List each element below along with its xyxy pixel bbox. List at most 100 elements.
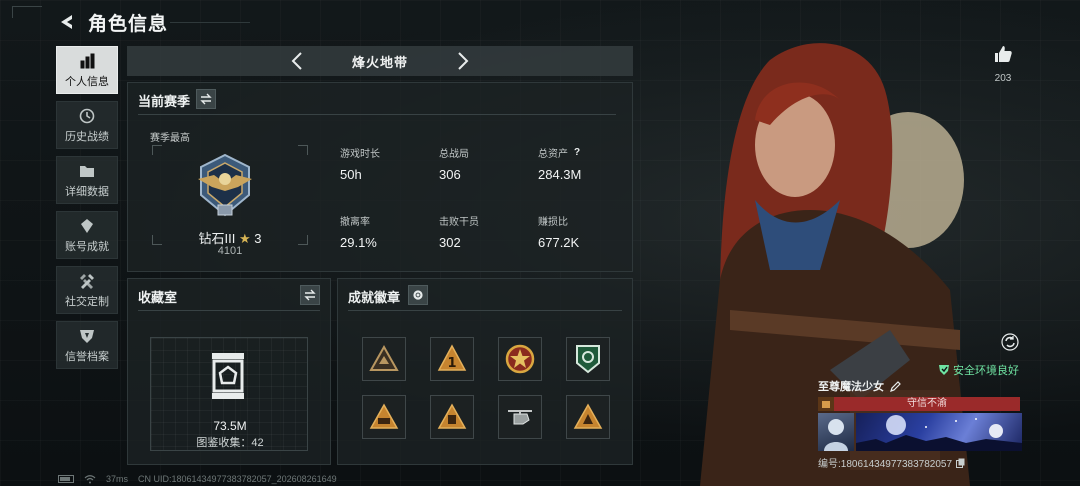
stat-label: 击败干员 xyxy=(439,217,479,228)
number-one-badge-icon: 1 xyxy=(437,344,467,371)
back-arrow-icon xyxy=(61,15,72,29)
rank-stars: 3 xyxy=(254,231,262,246)
divider xyxy=(138,114,616,115)
vault-icon xyxy=(212,353,244,399)
chevron-right-icon xyxy=(458,52,469,70)
tools-icon xyxy=(78,272,96,290)
collection-count: 图鉴收集：42 xyxy=(196,437,264,449)
title-divider xyxy=(170,22,250,23)
player-name: 至尊魔法少女 xyxy=(818,381,884,393)
profile-banner[interactable] xyxy=(856,413,1022,451)
season-panel: 当前赛季 赛季最高 钻石III ★ 3 4101 游戏时长 50h 总战局 30… xyxy=(127,82,633,272)
sidebar: 个人信息 历史战绩 详细数据 账号成就 社交定制 信誉档案 xyxy=(56,46,118,376)
sidebar-item-history[interactable]: 历史战绩 xyxy=(56,101,118,149)
helicopter-badge-icon xyxy=(508,410,532,425)
rank-name-text: 钻石III xyxy=(198,231,236,246)
collection-value: 73.5M xyxy=(213,419,247,433)
star-medal-icon xyxy=(505,344,535,374)
achievement-badge[interactable] xyxy=(498,395,542,439)
sidebar-item-social[interactable]: 社交定制 xyxy=(56,266,118,314)
prev-map-button[interactable] xyxy=(285,49,309,73)
header: 角色信息 xyxy=(56,8,168,36)
avatar[interactable] xyxy=(818,413,854,451)
rank-score: 4101 xyxy=(217,245,243,257)
stat-value: 50h xyxy=(340,167,362,182)
achievement-badge[interactable] xyxy=(362,395,406,439)
wifi-icon xyxy=(84,474,96,483)
sidebar-item-label: 详细数据 xyxy=(65,185,109,198)
refresh-icon xyxy=(1001,333,1019,351)
achievements-title: 成就徽章 xyxy=(348,290,401,305)
stat-label: 赚损比 xyxy=(538,217,568,228)
achievement-badge[interactable]: 1 xyxy=(430,337,474,381)
folder-icon xyxy=(78,162,96,180)
battery-icon xyxy=(58,475,74,483)
svg-text:1: 1 xyxy=(447,356,456,371)
achievement-badge[interactable] xyxy=(362,337,406,381)
achievement-icon xyxy=(78,217,96,235)
stat-total-assets: 总资产 ? 284.3M xyxy=(538,145,581,182)
credit-badge-icon xyxy=(818,397,834,411)
swap-icon xyxy=(200,93,212,105)
stat-profit-ratio: 赚损比 677.2K xyxy=(538,213,579,250)
stat-label-text: 总资产 xyxy=(538,149,568,160)
like-button[interactable]: 203 xyxy=(990,44,1016,84)
next-map-button[interactable] xyxy=(451,49,475,73)
gear-icon xyxy=(413,290,423,300)
collection-switch-button[interactable] xyxy=(300,285,320,305)
achievements-panel: 成就徽章 1 xyxy=(337,278,633,465)
divider xyxy=(138,310,320,311)
edit-icon[interactable] xyxy=(890,380,901,392)
season-best-label: 赛季最高 xyxy=(150,133,190,144)
shield-check-icon xyxy=(939,365,949,375)
player-card[interactable] xyxy=(818,413,1022,451)
season-switch-button[interactable] xyxy=(196,89,216,109)
sidebar-item-achievements[interactable]: 账号成就 xyxy=(56,211,118,259)
achievement-badge[interactable] xyxy=(566,395,610,439)
stat-value: 284.3M xyxy=(538,167,582,182)
safe-environment-status[interactable]: 安全环境良好 xyxy=(938,362,1019,378)
stat-label: 撤离率 xyxy=(340,217,370,228)
achievement-badge[interactable] xyxy=(430,395,474,439)
star-icon: ★ xyxy=(238,231,251,246)
stat-value: 29.1% xyxy=(340,235,377,250)
player-id: 编号:18061434977383782057 xyxy=(818,459,953,470)
mountain-badge-icon xyxy=(369,344,399,371)
sidebar-item-label: 历史战绩 xyxy=(65,130,109,143)
stat-total-matches: 总战局 306 xyxy=(439,145,469,182)
chevron-left-icon xyxy=(291,52,302,70)
pyramid-gold-badge-icon xyxy=(573,403,603,429)
status-footer: 37ms CN UID:18061434977383782057_2026082… xyxy=(58,474,337,484)
stat-extract-rate: 撤离率 29.1% xyxy=(340,213,377,250)
safe-environment-label: 安全环境良好 xyxy=(953,365,1019,377)
map-selector: 烽火地带 xyxy=(127,46,633,76)
uid-text: CN UID:18061434977383782057_202608261649 xyxy=(138,474,337,484)
bar-chart-icon xyxy=(78,52,96,70)
sidebar-item-personal-info[interactable]: 个人信息 xyxy=(56,46,118,94)
stat-value: 302 xyxy=(439,235,461,250)
copy-icon[interactable] xyxy=(956,458,965,468)
achievements-settings-button[interactable] xyxy=(408,285,428,305)
collection-title: 收藏室 xyxy=(138,290,178,305)
collection-panel: 收藏室 73.5M 图鉴收集：42 xyxy=(127,278,331,465)
back-button[interactable] xyxy=(56,11,78,33)
stat-label: 总战局 xyxy=(439,149,469,160)
sidebar-item-credit[interactable]: 信誉档案 xyxy=(56,321,118,369)
stat-kills: 击败干员 302 xyxy=(439,213,479,250)
triangle-badge-icon xyxy=(369,403,399,429)
achievement-badge[interactable] xyxy=(566,337,610,381)
credit-status-bar: 守信不渝 xyxy=(818,397,1020,411)
sidebar-item-label: 账号成就 xyxy=(65,240,109,253)
stat-value: 677.2K xyxy=(538,235,580,250)
stat-play-time: 游戏时长 50h xyxy=(340,145,380,182)
sidebar-item-label: 个人信息 xyxy=(65,75,109,88)
like-count: 203 xyxy=(994,73,1012,84)
season-title: 当前赛季 xyxy=(138,94,191,109)
refresh-button[interactable] xyxy=(999,331,1021,353)
green-shield-icon xyxy=(576,345,600,374)
sidebar-item-details[interactable]: 详细数据 xyxy=(56,156,118,204)
achievement-badge[interactable] xyxy=(498,337,542,381)
player-name-row: 至尊魔法少女 xyxy=(818,378,901,394)
help-icon[interactable]: ? xyxy=(574,147,580,158)
shield-icon xyxy=(78,327,96,345)
